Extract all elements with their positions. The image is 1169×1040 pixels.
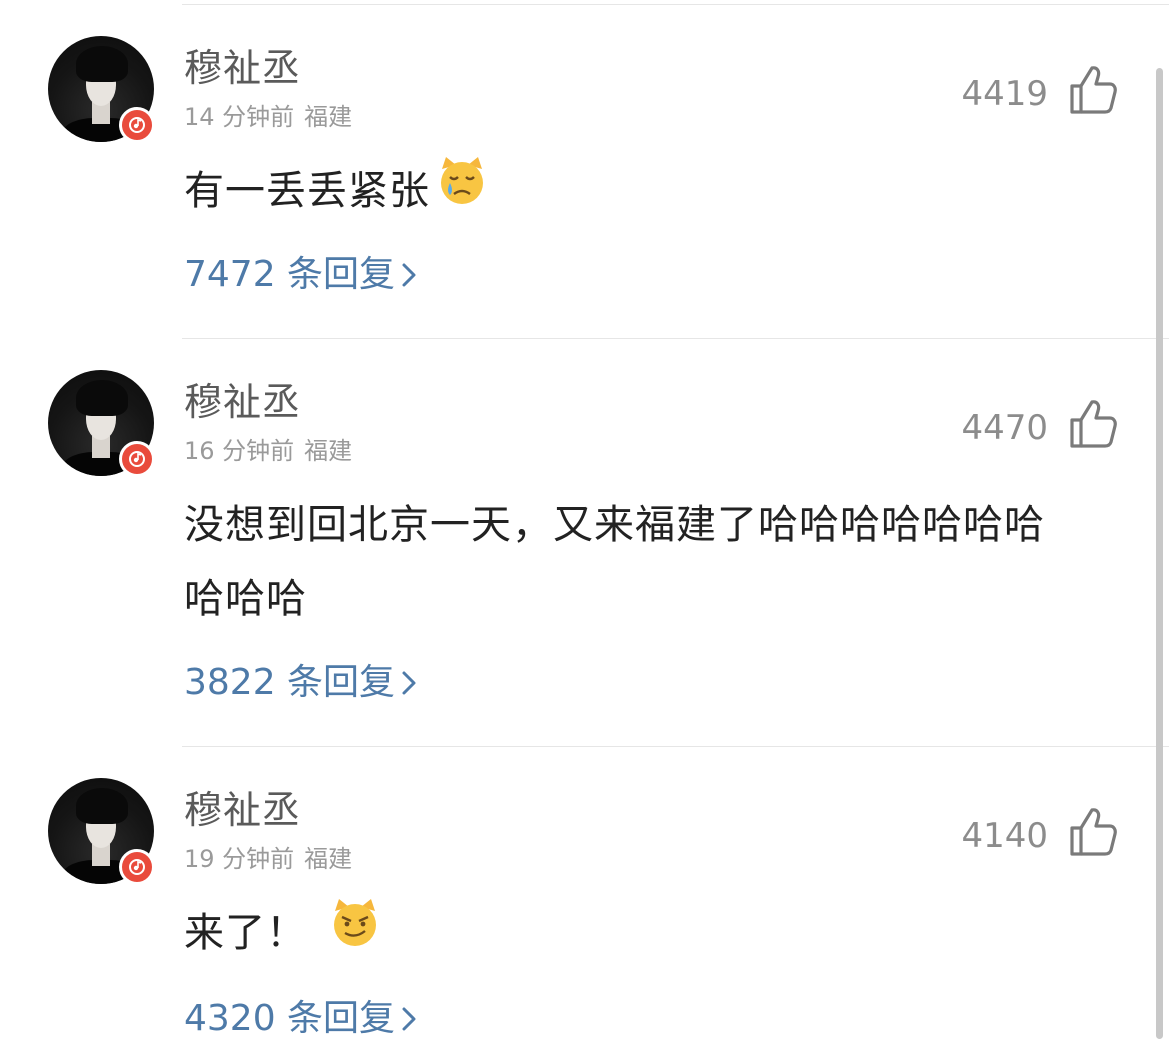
comment-username[interactable]: 穆祉丞 [184, 380, 301, 424]
comment-item: 穆祉丞 14 分钟前 福建 4419 有一丢丢紧张 7472 条回复 [0, 36, 1169, 336]
replies-link[interactable]: 7472 条回复 [184, 254, 419, 296]
top-divider [182, 4, 1169, 5]
replies-label: 7472 条回复 [184, 254, 396, 295]
comment-location: 福建 [304, 845, 353, 873]
chevron-right-icon [402, 671, 416, 695]
comment-item: 穆祉丞 16 分钟前 福建 4470 没想到回北京一天，又来福建了哈哈哈哈哈哈哈 … [0, 370, 1169, 746]
music-badge-icon [119, 441, 155, 477]
chevron-right-icon [402, 1007, 416, 1031]
comment-username[interactable]: 穆祉丞 [184, 46, 301, 90]
comment-text-line: 没想到回北京一天，又来福建了哈哈哈哈哈哈哈 [184, 502, 1045, 548]
like-count: 4470 [961, 408, 1048, 448]
comment-text-line: 有一丢丢紧张 [184, 168, 430, 214]
comment-location: 福建 [304, 103, 353, 131]
comment-time: 14 分钟前 [184, 103, 295, 131]
scrollbar[interactable] [1156, 68, 1163, 1039]
thumbs-up-icon[interactable] [1068, 398, 1118, 454]
avatar[interactable] [48, 370, 155, 477]
comment-meta: 16 分钟前 福建 [184, 436, 352, 466]
comment-meta: 14 分钟前 福建 [184, 102, 352, 132]
crying-cat-emoji [436, 155, 488, 231]
comment-text: 没想到回北京一天，又来福建了哈哈哈哈哈哈哈 哈哈哈 [184, 488, 1045, 636]
smirking-cat-emoji [329, 897, 381, 973]
comment-divider [182, 338, 1169, 339]
like-count: 4419 [961, 74, 1048, 114]
replies-label: 4320 条回复 [184, 998, 396, 1039]
comment-text-line: 来了！ [184, 910, 307, 956]
music-badge-icon [119, 107, 155, 143]
comment-text: 有一丢丢紧张 [184, 154, 488, 231]
comment-divider [182, 746, 1169, 747]
replies-link[interactable]: 3822 条回复 [184, 662, 419, 704]
thumbs-up-icon[interactable] [1068, 806, 1118, 862]
avatar[interactable] [48, 778, 155, 885]
comment-text-line: 哈哈哈 [184, 576, 307, 622]
comment-item: 穆祉丞 19 分钟前 福建 4140 来了！ 4320 条回复 [0, 778, 1169, 1039]
music-badge-icon [119, 849, 155, 885]
comment-location: 福建 [304, 437, 353, 465]
comment-username[interactable]: 穆祉丞 [184, 788, 301, 832]
replies-link[interactable]: 4320 条回复 [184, 998, 419, 1040]
comment-text: 来了！ [184, 896, 381, 973]
comment-time: 19 分钟前 [184, 845, 295, 873]
comment-time: 16 分钟前 [184, 437, 295, 465]
chevron-right-icon [402, 263, 416, 287]
replies-label: 3822 条回复 [184, 662, 396, 703]
avatar[interactable] [48, 36, 155, 143]
thumbs-up-icon[interactable] [1068, 64, 1118, 120]
comment-meta: 19 分钟前 福建 [184, 844, 352, 874]
like-count: 4140 [961, 816, 1048, 856]
